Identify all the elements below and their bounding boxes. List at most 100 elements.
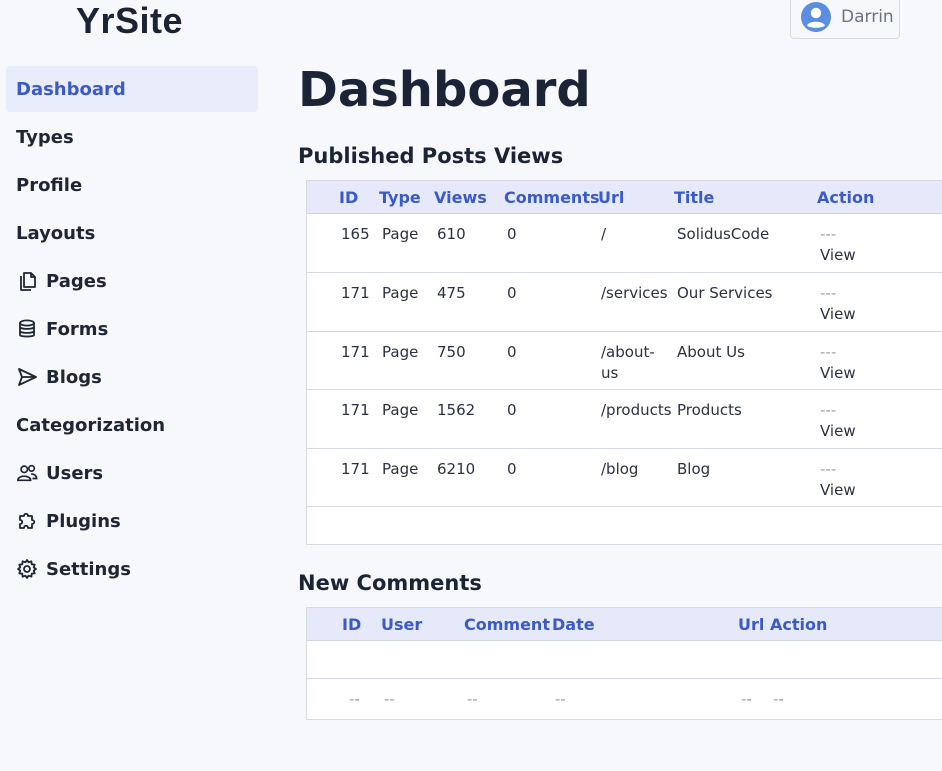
- user-name: Darrin: [841, 6, 894, 27]
- table-row-empty: [307, 640, 942, 679]
- page-title: Dashboard: [298, 62, 591, 118]
- table-row: 171 Page 1562 0 /products Products --- V…: [307, 389, 942, 449]
- cell-type: Page: [379, 389, 434, 449]
- column-header-user[interactable]: User: [381, 608, 464, 641]
- sidebar-item-users[interactable]: Users: [6, 450, 258, 496]
- cell-action: --: [773, 690, 784, 708]
- sidebar-item-blogs[interactable]: Blogs: [6, 354, 258, 400]
- gear-icon: [16, 558, 38, 580]
- sidebar-item-categorization[interactable]: Categorization: [6, 402, 258, 448]
- table-row-empty: [307, 507, 942, 544]
- sidebar-item-plugins[interactable]: Plugins: [6, 498, 258, 544]
- send-icon: [16, 366, 38, 388]
- user-menu-button[interactable]: Darrin: [790, 0, 900, 39]
- cell-type: Page: [379, 448, 434, 507]
- table-row: 171 Page 6210 0 /blog Blog --- View: [307, 448, 942, 507]
- cell-url: /services: [598, 272, 674, 332]
- cell-comments: 0: [504, 272, 598, 332]
- cell-url: /about-us: [598, 331, 674, 390]
- cell-url: /products: [598, 389, 674, 449]
- cell-title: Our Services: [674, 272, 817, 332]
- view-link[interactable]: View: [820, 245, 942, 266]
- cell-url: /: [598, 213, 674, 273]
- cell-type: Page: [379, 213, 434, 273]
- column-header-type[interactable]: Type: [379, 181, 434, 214]
- cell-title: About Us: [674, 331, 817, 390]
- column-header-action[interactable]: Action: [817, 181, 942, 214]
- column-header-id[interactable]: ID: [307, 181, 379, 214]
- sidebar-item-label: Settings: [46, 558, 131, 580]
- users-icon: [16, 462, 38, 484]
- sidebar-item-label: Users: [46, 462, 104, 484]
- sidebar-item-label: Types: [16, 126, 74, 148]
- cell-id: 171: [307, 448, 379, 507]
- column-header-title[interactable]: Title: [674, 181, 817, 214]
- sidebar: Dashboard Types Profile Layouts Pages Fo…: [6, 66, 258, 594]
- cell-views: 1562: [434, 389, 504, 449]
- action-placeholder: ---: [820, 284, 837, 302]
- view-link[interactable]: View: [820, 363, 942, 384]
- sidebar-item-label: Categorization: [16, 414, 166, 436]
- cell-url: /blog: [598, 448, 674, 507]
- database-icon: [16, 318, 38, 340]
- sidebar-item-types[interactable]: Types: [6, 114, 258, 160]
- sidebar-item-pages[interactable]: Pages: [6, 258, 258, 304]
- cell-views: 6210: [434, 448, 504, 507]
- posts-section-title: Published Posts Views: [298, 144, 564, 168]
- cell-views: 475: [434, 272, 504, 332]
- sidebar-item-settings[interactable]: Settings: [6, 546, 258, 592]
- user-circle-icon: [801, 1, 831, 32]
- view-link[interactable]: View: [820, 304, 942, 325]
- column-header-action[interactable]: Action: [770, 608, 942, 641]
- cell-views: 750: [434, 331, 504, 390]
- column-header-id[interactable]: ID: [307, 608, 381, 641]
- table-row: -- -- -- -- -- --: [307, 679, 942, 719]
- sidebar-item-profile[interactable]: Profile: [6, 162, 258, 208]
- action-placeholder: ---: [820, 460, 837, 478]
- column-header-views[interactable]: Views: [434, 181, 504, 214]
- sidebar-item-label: Profile: [16, 174, 83, 196]
- sidebar-item-forms[interactable]: Forms: [6, 306, 258, 352]
- posts-table-header: ID Type Views Comments Url Title Action: [307, 181, 942, 214]
- sidebar-item-label: Blogs: [46, 366, 102, 388]
- site-logo[interactable]: YrSite: [76, 0, 183, 42]
- action-placeholder: ---: [820, 225, 837, 243]
- puzzle-icon: [16, 510, 38, 532]
- cell-action: --- View: [817, 213, 942, 273]
- comments-section-title: New Comments: [298, 571, 482, 595]
- cell-comments: 0: [504, 448, 598, 507]
- sidebar-item-label: Pages: [46, 270, 107, 292]
- column-header-date[interactable]: Date: [552, 608, 738, 641]
- column-header-url[interactable]: Url: [738, 608, 770, 641]
- action-placeholder: ---: [820, 343, 837, 361]
- table-row: 165 Page 610 0 / SolidusCode --- View: [307, 213, 942, 273]
- column-header-comments[interactable]: Comments: [504, 181, 600, 214]
- cell-url: --: [741, 690, 752, 708]
- cell-id: 171: [307, 331, 379, 390]
- cell-type: Page: [379, 272, 434, 332]
- sidebar-item-label: Plugins: [46, 510, 121, 532]
- cell-comment: --: [467, 690, 478, 708]
- cell-action: --- View: [817, 272, 942, 332]
- sidebar-item-dashboard[interactable]: Dashboard: [6, 66, 258, 112]
- sidebar-item-label: Layouts: [16, 222, 96, 244]
- cell-action: --- View: [817, 389, 942, 449]
- cell-id: --: [349, 690, 360, 708]
- pages-icon: [16, 270, 38, 292]
- view-link[interactable]: View: [820, 480, 942, 501]
- sidebar-item-label: Forms: [46, 318, 109, 340]
- comments-table: ID User Comment Date Url Action -- -- --…: [306, 607, 942, 720]
- sidebar-item-layouts[interactable]: Layouts: [6, 210, 258, 256]
- action-placeholder: ---: [820, 401, 837, 419]
- posts-table: ID Type Views Comments Url Title Action …: [306, 180, 942, 545]
- cell-id: 171: [307, 272, 379, 332]
- cell-date: --: [555, 690, 566, 708]
- column-header-url[interactable]: Url: [598, 181, 674, 214]
- column-header-comment[interactable]: Comment: [464, 608, 552, 641]
- table-row: 171 Page 750 0 /about-us About Us --- Vi…: [307, 331, 942, 390]
- cell-title: Products: [674, 389, 817, 449]
- cell-user: --: [384, 690, 395, 708]
- cell-action: --- View: [817, 448, 942, 507]
- view-link[interactable]: View: [820, 421, 942, 442]
- cell-id: 165: [307, 213, 379, 273]
